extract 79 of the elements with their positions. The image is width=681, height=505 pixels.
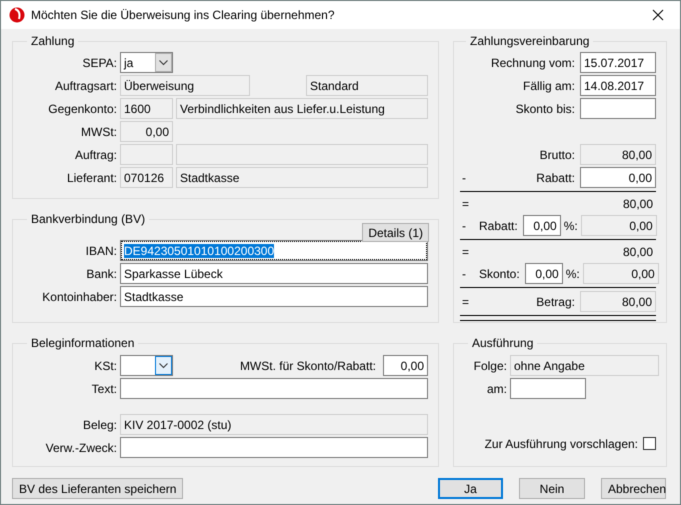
window-title: Möchten Sie die Überweisung ins Clearing übernehmen? — [31, 8, 336, 22]
sign: = — [461, 294, 470, 308]
checkbox[interactable] — [643, 437, 656, 450]
input-field[interactable]: 0,00 — [580, 167, 656, 188]
field-label: Fällig am: — [522, 78, 575, 92]
input-field[interactable] — [120, 437, 428, 458]
save-button[interactable]: BV des Lieferanten speichern — [12, 478, 184, 499]
result-value: 80,00 — [622, 197, 654, 211]
field-label: Rabatt: — [536, 170, 575, 184]
input-field[interactable]: DE94230501010100200300 — [120, 240, 428, 261]
input-field[interactable]: 15.07.2017 — [580, 52, 656, 73]
dialog-button[interactable]: Abbrechen — [601, 478, 666, 499]
input-field[interactable] — [510, 378, 586, 399]
field-label: Auftrag: — [74, 148, 117, 162]
chevron-down-icon — [159, 362, 168, 368]
sign: - — [461, 266, 467, 280]
field-label: Betrag: — [536, 294, 575, 308]
result-value: 80,00 — [622, 245, 654, 259]
display-field: 0,00 — [582, 263, 659, 284]
display-field: 0,00 — [580, 215, 657, 236]
display-field: Standard — [306, 75, 428, 96]
display-field: Stadtkasse — [176, 167, 428, 188]
display-field: 1600 — [120, 98, 173, 119]
details-button[interactable]: Details (1) — [362, 223, 429, 242]
display-field: 0,00 — [120, 121, 173, 142]
dialog-button[interactable]: Nein — [519, 478, 585, 499]
dropdown[interactable]: ja — [120, 52, 173, 73]
field-label: Folge: — [472, 358, 507, 372]
input-field[interactable] — [580, 98, 656, 119]
unit-label: %: — [566, 266, 580, 280]
input-field[interactable]: 14.08.2017 — [580, 75, 656, 96]
field-label: Skonto bis: — [516, 102, 575, 116]
display-field: 80,00 — [580, 144, 656, 165]
display-field: Verbindlichkeiten aus Liefer.u.Leistung — [176, 98, 428, 119]
field-label: Rabatt: — [479, 218, 518, 232]
unit-label: %: — [564, 218, 578, 232]
sign: = — [461, 245, 470, 259]
display-field: ohne Angabe — [510, 355, 659, 376]
field-label: Gegenkonto: — [47, 102, 117, 116]
group-title: Bankverbindung (BV) — [30, 212, 146, 226]
field-label: MWSt. für Skonto/Rabatt: — [240, 358, 376, 372]
display-field: 070126 — [120, 167, 173, 188]
field-label: Auftragsart: — [54, 78, 117, 92]
field-label: Verw.-Zweck: — [44, 440, 117, 454]
field-label: IBAN: — [84, 244, 117, 258]
field-label: SEPA: — [82, 56, 117, 70]
sign: = — [461, 197, 470, 211]
field-label: Brutto: — [540, 148, 575, 162]
field-label: Kontoinhaber: — [41, 290, 117, 304]
field-label: Skonto: — [479, 266, 520, 280]
field-label: Beleg: — [82, 418, 117, 432]
dropdown[interactable] — [120, 355, 173, 376]
display-field: KIV 2017-0002 (stu) — [120, 414, 428, 435]
sign: - — [461, 170, 467, 184]
field-label: MWSt: — [80, 124, 117, 138]
dialog-button[interactable]: Ja — [438, 478, 503, 499]
chevron-down-icon — [159, 60, 168, 66]
field-label: Rechnung vom: — [490, 56, 575, 70]
field-label: KSt: — [93, 358, 117, 372]
field-label: Zur Ausführung vorschlagen: — [484, 436, 638, 450]
field-label: am: — [486, 382, 507, 396]
input-field[interactable] — [120, 378, 428, 399]
group-title: Zahlungsvereinbarung — [469, 34, 590, 48]
input-field[interactable]: Stadtkasse — [120, 286, 428, 307]
field-label: Lieferant: — [66, 170, 117, 184]
display-field: Überweisung — [120, 75, 250, 96]
display-field: 80,00 — [580, 291, 656, 312]
group-title: Zahlung — [30, 34, 76, 48]
input-field[interactable]: 0,00 — [524, 263, 563, 284]
input-field[interactable]: 0,00 — [522, 215, 561, 236]
field-label: Text: — [90, 382, 117, 396]
group-title: Ausführung — [471, 336, 534, 350]
close-icon[interactable] — [652, 9, 664, 21]
input-field[interactable]: Sparkasse Lübeck — [120, 263, 428, 284]
input-field[interactable]: 0,00 — [383, 355, 428, 376]
group-title: Beleginformationen — [30, 336, 136, 350]
app-logo-icon — [9, 7, 25, 23]
field-label: Bank: — [85, 266, 117, 280]
sign: - — [461, 218, 467, 232]
